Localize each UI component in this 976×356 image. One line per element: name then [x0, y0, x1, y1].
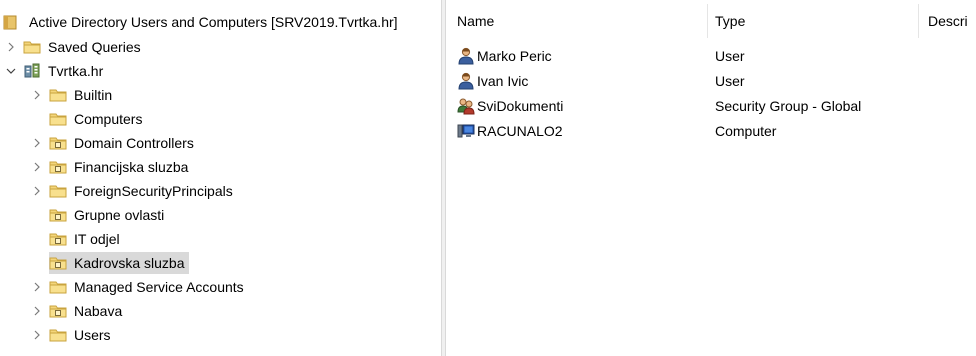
list-item[interactable]: Marko Peric User — [447, 44, 976, 68]
ou-folder-icon — [49, 159, 67, 175]
chevron-right-icon[interactable] — [31, 185, 43, 197]
tree-item-content[interactable]: Users — [49, 324, 115, 346]
tree-item-content[interactable]: Domain Controllers — [49, 132, 198, 154]
tree-item-label: Financijska sluzba — [74, 159, 189, 175]
tree-item-content[interactable]: Managed Service Accounts — [49, 276, 248, 298]
tree-item-label: Domain Controllers — [74, 135, 194, 151]
tree-item-content[interactable]: Builtin — [49, 84, 116, 106]
list-item-name: Marko Peric — [477, 48, 552, 64]
list-item-type: User — [715, 73, 745, 89]
folder-icon — [49, 87, 67, 103]
tree-item-content[interactable]: IT odjel — [49, 228, 124, 250]
list-item-name-cell[interactable]: Ivan Ivic — [457, 69, 528, 93]
tree-item[interactable]: Computers — [31, 108, 146, 130]
tree-item-label: Users — [74, 327, 111, 343]
tree-item[interactable]: Grupne ovlasti — [31, 204, 168, 226]
tree-item-content[interactable]: Saved Queries — [23, 36, 145, 58]
ou-folder-icon — [49, 207, 67, 223]
list-item-type: Security Group - Global — [715, 98, 862, 114]
chevron-right-icon[interactable] — [31, 329, 43, 341]
tree-item[interactable]: Managed Service Accounts — [31, 276, 248, 298]
list-item[interactable]: RACUNALO2 Computer — [447, 119, 976, 143]
tree-item-content[interactable]: Kadrovska sluzba — [49, 252, 189, 274]
ou-folder-icon — [49, 303, 67, 319]
user-icon — [457, 47, 475, 65]
ou-folder-icon — [49, 231, 67, 247]
tree-item-label: Kadrovska sluzba — [74, 255, 185, 271]
tree-item[interactable]: ForeignSecurityPrincipals — [31, 180, 237, 202]
tree-item[interactable]: Domain Controllers — [31, 132, 198, 154]
chevron-right-icon[interactable] — [31, 89, 43, 101]
computer-icon — [457, 122, 475, 140]
list-item-name-cell[interactable]: RACUNALO2 — [457, 119, 563, 143]
tree-item[interactable]: Nabava — [31, 300, 126, 322]
tree-item[interactable]: Saved Queries — [5, 36, 145, 58]
column-header-name[interactable]: Name — [457, 10, 494, 32]
folder-icon — [49, 279, 67, 295]
tree-item-content[interactable]: ForeignSecurityPrincipals — [49, 180, 237, 202]
folder-icon — [49, 183, 67, 199]
tree-item-label: ForeignSecurityPrincipals — [74, 183, 233, 199]
list-item-type: User — [715, 48, 745, 64]
tree-item[interactable]: Tvrtka.hr — [5, 60, 107, 82]
tree-item-label: Builtin — [74, 87, 113, 103]
tree-item-label: Computers — [74, 111, 143, 127]
column-header-description[interactable]: Descri — [928, 10, 968, 32]
tree-item-label: Saved Queries — [48, 39, 141, 55]
chevron-right-icon[interactable] — [5, 41, 17, 53]
column-header-type[interactable]: Type — [715, 10, 745, 32]
snapin-folder-icon — [3, 14, 17, 30]
domain-icon — [23, 63, 41, 79]
tree-item-label: Grupne ovlasti — [74, 207, 165, 223]
column-separator[interactable] — [918, 4, 919, 38]
folder-icon — [23, 39, 41, 55]
pane-splitter[interactable] — [441, 0, 446, 356]
tree-root[interactable]: Active Directory Users and Computers [SR… — [3, 11, 398, 33]
ou-folder-icon — [49, 255, 67, 271]
tree-item-label: IT odjel — [74, 231, 120, 247]
list-item-name-cell[interactable]: SviDokumenti — [457, 94, 563, 118]
tree-item-label: Nabava — [74, 303, 123, 319]
chevron-right-icon[interactable] — [31, 281, 43, 293]
column-separator[interactable] — [707, 4, 708, 38]
tree-root-label: Active Directory Users and Computers [SR… — [29, 14, 398, 30]
tree-item-content[interactable]: Financijska sluzba — [49, 156, 192, 178]
group-icon — [457, 97, 475, 115]
chevron-down-icon[interactable] — [5, 65, 17, 77]
chevron-right-icon[interactable] — [31, 161, 43, 173]
tree-item[interactable]: Builtin — [31, 84, 116, 106]
details-list[interactable]: Name Type Descri Marko Peric User Ivan Ivi… — [447, 0, 976, 356]
list-item-name: Ivan Ivic — [477, 73, 529, 89]
list-item-name: RACUNALO2 — [477, 123, 563, 139]
list-item-type: Computer — [715, 123, 777, 139]
tree-item-content[interactable]: Tvrtka.hr — [23, 60, 107, 82]
navigation-tree[interactable]: Active Directory Users and Computers [SR… — [0, 0, 441, 356]
list-item[interactable]: Ivan Ivic User — [447, 69, 976, 93]
user-icon — [457, 72, 475, 90]
tree-item-content[interactable]: Nabava — [49, 300, 126, 322]
tree-item-content[interactable]: Computers — [49, 108, 146, 130]
list-item[interactable]: SviDokumenti Security Group - Global — [447, 94, 976, 118]
tree-item-content[interactable]: Grupne ovlasti — [49, 204, 168, 226]
tree-item[interactable]: IT odjel — [31, 228, 124, 250]
tree-item-label: Managed Service Accounts — [74, 279, 244, 295]
folder-icon — [49, 111, 67, 127]
folder-icon — [49, 327, 67, 343]
tree-item[interactable]: Users — [31, 324, 115, 346]
chevron-right-icon[interactable] — [31, 305, 43, 317]
chevron-right-icon[interactable] — [31, 137, 43, 149]
tree-item[interactable]: Kadrovska sluzba — [31, 252, 189, 274]
list-item-name-cell[interactable]: Marko Peric — [457, 44, 552, 68]
list-item-name: SviDokumenti — [477, 98, 564, 114]
tree-item-label: Tvrtka.hr — [48, 63, 104, 79]
ou-folder-icon — [49, 135, 67, 151]
tree-item[interactable]: Financijska sluzba — [31, 156, 192, 178]
